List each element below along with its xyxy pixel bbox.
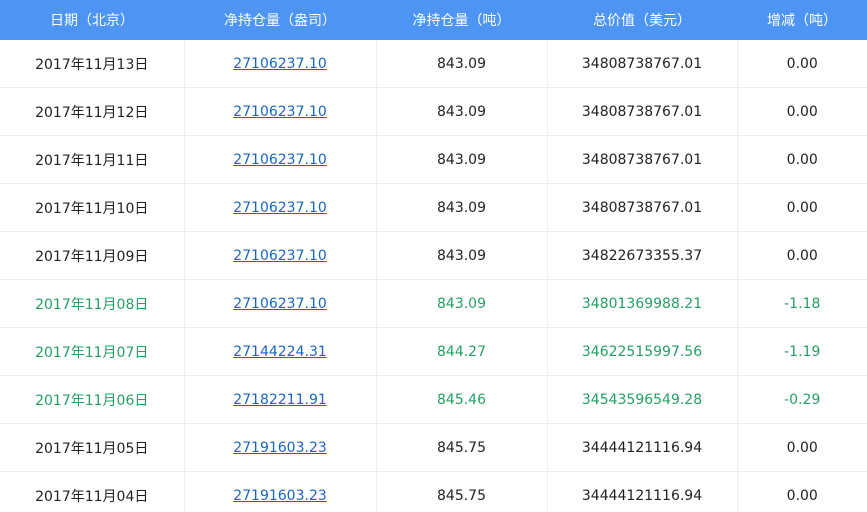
total-value-cell: 34808738767.01 xyxy=(547,40,738,88)
holding-oz-link[interactable]: 27191603.23 xyxy=(233,488,327,504)
holding-oz-link[interactable]: 27106237.10 xyxy=(233,104,327,120)
holding-oz-link[interactable]: 27106237.10 xyxy=(233,296,327,312)
date-cell: 2017年11月10日 xyxy=(0,183,185,232)
holding-oz-cell: 27106237.10 xyxy=(184,231,377,280)
holding-oz-cell: 27106237.10 xyxy=(184,40,377,88)
total-value-cell: 34822673355.37 xyxy=(547,231,738,280)
holding-oz-cell: 27106237.10 xyxy=(184,183,377,232)
holding-ton-cell: 843.09 xyxy=(376,231,548,280)
total-value-cell: 34622515997.56 xyxy=(547,327,738,376)
holding-ton-cell: 843.09 xyxy=(376,183,548,232)
holding-ton-cell: 843.09 xyxy=(376,87,548,136)
table-row: 2017年11月06日 27182211.91 845.46 34543596549.… xyxy=(0,375,867,424)
holding-oz-link[interactable]: 27106237.10 xyxy=(233,56,327,72)
date-cell: 2017年11月04日 xyxy=(0,471,185,512)
holding-oz-link[interactable]: 27106237.10 xyxy=(233,200,327,216)
holding-oz-cell: 27144224.31 xyxy=(184,327,377,376)
total-value-cell: 34808738767.01 xyxy=(547,183,738,232)
change-cell: 0.00 xyxy=(737,231,867,280)
holding-ton-cell: 843.09 xyxy=(376,279,548,328)
header-total-value[interactable]: 总价值（美元） xyxy=(547,0,737,40)
gold-holdings-table: 日期（北京） 净持仓量（盎司） 净持仓量（吨） 总价值（美元） 增减（吨） 20… xyxy=(0,0,867,512)
total-value-cell: 34808738767.01 xyxy=(547,135,738,184)
holding-oz-cell: 27106237.10 xyxy=(184,87,377,136)
date-cell: 2017年11月06日 xyxy=(0,375,185,424)
table-row: 2017年11月12日 27106237.10 843.09 34808738767.… xyxy=(0,87,867,136)
holding-ton-cell: 845.75 xyxy=(376,423,548,472)
total-value-cell: 34444121116.94 xyxy=(547,423,738,472)
date-cell: 2017年11月05日 xyxy=(0,423,185,472)
change-cell: 0.00 xyxy=(737,423,867,472)
change-cell: 0.00 xyxy=(737,471,867,512)
holding-oz-cell: 27191603.23 xyxy=(184,423,377,472)
date-cell: 2017年11月11日 xyxy=(0,135,185,184)
change-cell: 0.00 xyxy=(737,87,867,136)
holding-oz-cell: 27106237.10 xyxy=(184,279,377,328)
date-cell: 2017年11月13日 xyxy=(0,40,185,88)
date-cell: 2017年11月09日 xyxy=(0,231,185,280)
change-cell: -1.18 xyxy=(737,279,867,328)
table-row: 2017年11月10日 27106237.10 843.09 34808738767.… xyxy=(0,183,867,232)
date-cell: 2017年11月08日 xyxy=(0,279,185,328)
total-value-cell: 34444121116.94 xyxy=(547,471,738,512)
table-row: 2017年11月04日 27191603.23 845.75 34444121116.… xyxy=(0,471,867,512)
table-row: 2017年11月11日 27106237.10 843.09 34808738767.… xyxy=(0,135,867,184)
header-change[interactable]: 增减（吨） xyxy=(737,0,867,40)
table-row: 2017年11月09日 27106237.10 843.09 34822673355.… xyxy=(0,231,867,280)
change-cell: -1.19 xyxy=(737,327,867,376)
header-date[interactable]: 日期（北京） xyxy=(0,0,184,40)
date-cell: 2017年11月12日 xyxy=(0,87,185,136)
table-row: 2017年11月13日 27106237.10 843.09 34808738767.… xyxy=(0,40,867,88)
holding-oz-link[interactable]: 27182211.91 xyxy=(233,392,327,408)
header-holding-oz[interactable]: 净持仓量（盎司） xyxy=(184,0,376,40)
change-cell: -0.29 xyxy=(737,375,867,424)
header-holding-ton[interactable]: 净持仓量（吨） xyxy=(376,0,547,40)
holding-oz-link[interactable]: 27106237.10 xyxy=(233,248,327,264)
holding-oz-cell: 27191603.23 xyxy=(184,471,377,512)
holding-ton-cell: 844.27 xyxy=(376,327,548,376)
table-row: 2017年11月08日 27106237.10 843.09 34801369988.… xyxy=(0,279,867,328)
change-cell: 0.00 xyxy=(737,183,867,232)
table-row: 2017年11月05日 27191603.23 845.75 34444121116.… xyxy=(0,423,867,472)
holding-ton-cell: 843.09 xyxy=(376,40,548,88)
change-cell: 0.00 xyxy=(737,135,867,184)
holding-ton-cell: 845.75 xyxy=(376,471,548,512)
table-row: 2017年11月07日 27144224.31 844.27 34622515997.… xyxy=(0,327,867,376)
holding-oz-link[interactable]: 27106237.10 xyxy=(233,152,327,168)
date-cell: 2017年11月07日 xyxy=(0,327,185,376)
total-value-cell: 34808738767.01 xyxy=(547,87,738,136)
total-value-cell: 34543596549.28 xyxy=(547,375,738,424)
holding-ton-cell: 845.46 xyxy=(376,375,548,424)
total-value-cell: 34801369988.21 xyxy=(547,279,738,328)
holding-oz-link[interactable]: 27191603.23 xyxy=(233,440,327,456)
holding-oz-cell: 27106237.10 xyxy=(184,135,377,184)
holding-oz-cell: 27182211.91 xyxy=(184,375,377,424)
table-header-row: 日期（北京） 净持仓量（盎司） 净持仓量（吨） 总价值（美元） 增减（吨） xyxy=(0,0,867,40)
holding-oz-link[interactable]: 27144224.31 xyxy=(233,344,327,360)
holding-ton-cell: 843.09 xyxy=(376,135,548,184)
change-cell: 0.00 xyxy=(737,40,867,88)
